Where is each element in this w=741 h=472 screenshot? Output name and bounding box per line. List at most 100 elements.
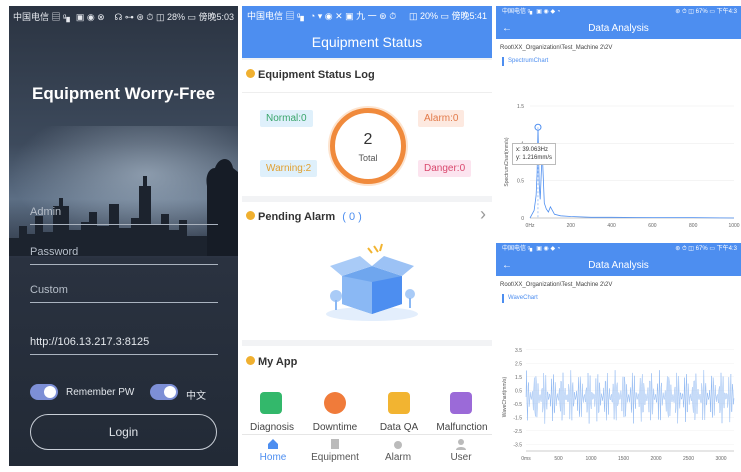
data-qa-icon[interactable] bbox=[388, 392, 410, 414]
spectrum-series-line bbox=[529, 127, 735, 219]
diagnosis-icon[interactable] bbox=[260, 392, 282, 414]
alarm-badge[interactable]: Alarm:0 bbox=[418, 110, 465, 127]
app-label-data-qa[interactable]: Data QA bbox=[369, 422, 429, 433]
total-ring[interactable]: 2 Total bbox=[330, 108, 406, 184]
status-bar-right: ◫ 20% ▭ 傍晚5:41 bbox=[408, 11, 487, 21]
app-label-malfunction[interactable]: Malfunction bbox=[432, 422, 492, 433]
malfunction-icon[interactable] bbox=[450, 392, 472, 414]
x-tick-label: 1000 bbox=[585, 456, 596, 462]
y-axis-label: SpectrumChart(mm/s) bbox=[504, 137, 510, 187]
y-tick-label: 0.5 bbox=[517, 179, 524, 185]
x-tick-label: 400 bbox=[607, 223, 616, 229]
tab-equipment[interactable]: Equipment bbox=[304, 435, 366, 463]
status-bar-left: 中国电信 ▤ ᵍ▖ ◔ ▾ ◉ ✕ ▣ 九 一 ⊛ ⏱ bbox=[247, 11, 397, 21]
y-tick-label: -1.5 bbox=[513, 415, 522, 421]
app-label-downtime[interactable]: Downtime bbox=[305, 422, 365, 433]
status-bar: 中国电信 ᵍ▖ ▣ ◉ ◆ ◔ ⊛ ⏱ ◫ 67% ▭ 下午4:3 bbox=[496, 243, 741, 256]
x-tick-label: 200 bbox=[567, 223, 576, 229]
status-bar-right: ⊛ ⏱ ◫ 67% ▭ 下午4:3 bbox=[675, 9, 737, 15]
tab-alarm[interactable]: Alarm bbox=[367, 435, 429, 463]
x-tick-label: 0ms bbox=[521, 456, 531, 462]
y-tick-label: 3.5 bbox=[515, 348, 522, 354]
tooltip-x: x: 39.063Hz bbox=[516, 147, 549, 153]
status-bar: 中国电信 ▤ ᵍ▖ ◔ ▾ ◉ ✕ ▣ 九 一 ⊛ ⏱ ◫ 20% ▭ 傍晚5:… bbox=[242, 6, 492, 26]
total-value: 2 bbox=[363, 131, 373, 148]
toggle-knob bbox=[44, 386, 56, 398]
remember-password-label: Remember PW bbox=[66, 387, 135, 398]
chart-title: WaveChart bbox=[502, 294, 741, 303]
chevron-right-icon[interactable]: › bbox=[480, 204, 486, 225]
tab-alarm-label: Alarm bbox=[384, 452, 412, 463]
x-tick-label: 0Hz bbox=[526, 223, 535, 229]
tab-home[interactable]: Home bbox=[242, 435, 304, 463]
password-field[interactable]: Password bbox=[30, 246, 218, 265]
pending-alarm-label: Pending Alarm bbox=[258, 211, 336, 223]
pending-alarm-card[interactable]: Pending Alarm ( 0 ) › bbox=[242, 202, 492, 340]
chart-title: SpectrumChart bbox=[502, 57, 741, 66]
my-app-card: My App Diagnosis Downtime Data QA Malfun… bbox=[242, 346, 492, 434]
remember-password-toggle[interactable] bbox=[30, 384, 58, 400]
x-tick-label: 1500 bbox=[618, 456, 629, 462]
server-url-field[interactable]: http://106.13.217.3:8125 bbox=[30, 336, 218, 355]
status-bar: 中国电信 ᵍ▖ ▣ ◉ ◆ ◔ ⊛ ⏱ ◫ 67% ▭ 下午4:3 bbox=[496, 6, 741, 19]
wave-analysis-screen: 中国电信 ᵍ▖ ▣ ◉ ◆ ◔ ⊛ ⏱ ◫ 67% ▭ 下午4:3 ← Data… bbox=[496, 243, 741, 466]
login-screen: 中国电信 ▤ ᵍ▖ ▣ ◉ ⊗ ☊ ⊶ ⊛ ⏱ ◫ 28% ▭ 傍晚5:03 E… bbox=[9, 6, 238, 466]
pending-alarm-title: Pending Alarm ( 0 ) bbox=[258, 211, 362, 223]
user-icon bbox=[456, 439, 466, 450]
sun-icon bbox=[246, 69, 255, 78]
bottom-tab-bar: Home Equipment Alarm User bbox=[242, 434, 492, 466]
login-button[interactable]: Login bbox=[30, 414, 217, 450]
language-label: 中文 bbox=[186, 391, 206, 402]
tab-user-label: User bbox=[450, 452, 472, 463]
back-arrow-icon[interactable]: ← bbox=[502, 256, 512, 276]
app-title: Equipment Worry-Free bbox=[32, 84, 215, 103]
divider bbox=[242, 92, 492, 93]
back-arrow-icon[interactable]: ← bbox=[502, 19, 512, 39]
pending-alarm-count: ( 0 ) bbox=[342, 211, 362, 223]
x-tick-label: 3000 bbox=[715, 456, 726, 462]
wave-chart[interactable]: -3.5 -2.5 -1.5 -0.5 0.5 1.5 2.5 3.5 0ms 500 1000 15… bbox=[496, 321, 741, 466]
y-tick-label: 1.5 bbox=[517, 104, 524, 110]
y-tick-label: 0.5 bbox=[515, 388, 522, 394]
empty-box-illustration bbox=[326, 243, 418, 321]
status-log-title: Equipment Status Log bbox=[258, 69, 375, 81]
app-label-diagnosis[interactable]: Diagnosis bbox=[242, 422, 302, 433]
normal-badge[interactable]: Normal:0 bbox=[260, 110, 313, 127]
x-tick-label: 800 bbox=[689, 223, 698, 229]
custom-field[interactable]: Custom bbox=[30, 284, 218, 303]
status-bar-left: 中国电信 ▤ ᵍ▖ ▣ ◉ ⊗ bbox=[13, 12, 105, 22]
status-bar-left: 中国电信 ᵍ▖ ▣ ◉ ◆ ◔ bbox=[502, 246, 561, 252]
bell-icon bbox=[246, 356, 255, 365]
page-title: Data Analysis bbox=[588, 23, 649, 34]
alarm-icon bbox=[394, 441, 402, 449]
y-tick-label: 2.5 bbox=[515, 361, 522, 367]
device-path: Root\XX_Organization\Test_Machine 2\2V bbox=[500, 45, 613, 51]
equipment-icon bbox=[331, 439, 339, 449]
y-axis-label: WaveChart(mm/s) bbox=[502, 376, 508, 417]
chart-tooltip: x: 39.063Hz y: 1.216mm/s bbox=[512, 143, 557, 165]
status-bar-right: ⊛ ⏱ ◫ 67% ▭ 下午4:3 bbox=[675, 246, 737, 252]
x-tick-label: 600 bbox=[648, 223, 657, 229]
toggle-knob bbox=[164, 386, 176, 398]
y-tick-label: -0.5 bbox=[513, 402, 522, 408]
tab-equipment-label: Equipment bbox=[311, 452, 359, 463]
x-tick-label: 1000 bbox=[728, 223, 739, 229]
y-tick-label: 0 bbox=[521, 216, 524, 222]
equipment-status-screen: 中国电信 ▤ ᵍ▖ ◔ ▾ ◉ ✕ ▣ 九 一 ⊛ ⏱ ◫ 20% ▭ 傍晚5:… bbox=[242, 6, 492, 466]
username-field[interactable]: Admin bbox=[30, 206, 218, 225]
header-bar: ← Data Analysis bbox=[496, 256, 741, 276]
warning-badge[interactable]: Warning:2 bbox=[260, 160, 318, 177]
header-bar: ← Data Analysis bbox=[496, 19, 741, 39]
x-tick-label: 2000 bbox=[650, 456, 661, 462]
x-tick-label: 500 bbox=[554, 456, 563, 462]
downtime-icon[interactable] bbox=[324, 392, 346, 414]
device-path: Root\XX_Organization\Test_Machine 2\2V bbox=[500, 282, 613, 288]
tab-user[interactable]: User bbox=[430, 435, 492, 463]
y-tick-label: -2.5 bbox=[513, 429, 522, 435]
language-toggle[interactable] bbox=[150, 384, 178, 400]
danger-badge[interactable]: Danger:0 bbox=[418, 160, 472, 177]
my-app-title: My App bbox=[258, 356, 298, 368]
y-tick-label: 1.5 bbox=[515, 375, 522, 381]
tooltip-y: y: 1.216mm/s bbox=[516, 155, 553, 161]
screenshot-collage: 中国电信 ▤ ᵍ▖ ▣ ◉ ⊗ ☊ ⊶ ⊛ ⏱ ◫ 28% ▭ 傍晚5:03 E… bbox=[0, 0, 741, 472]
